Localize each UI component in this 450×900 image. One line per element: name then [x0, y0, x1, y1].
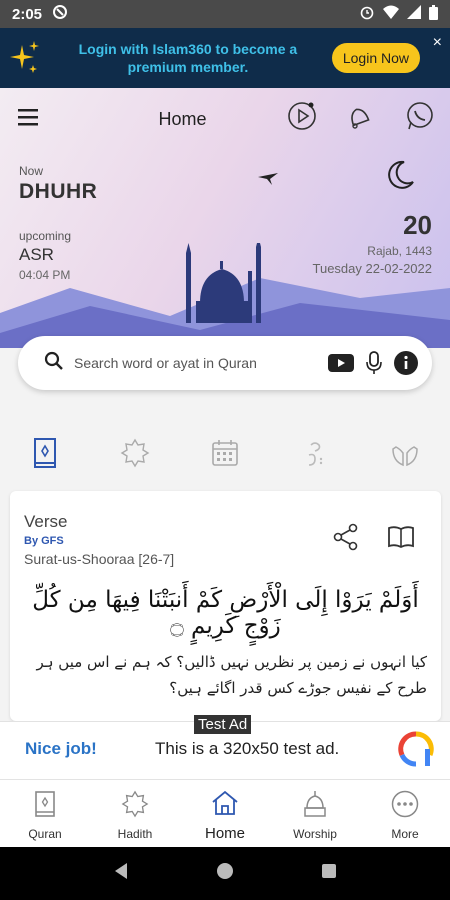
nav-label: Home: [204, 825, 245, 842]
hijri-month: Rajab, 1443: [367, 244, 432, 258]
current-prayer: DHUHR: [19, 180, 98, 203]
gregorian-date: Tuesday 22-02-2022: [312, 261, 433, 276]
crescent-moon-icon: [388, 160, 414, 195]
wifi-icon: [383, 5, 399, 23]
nav-label: Hadith: [117, 827, 153, 841]
sync-icon: [52, 4, 68, 24]
quran-search-bar[interactable]: Search word or ayat in Quran: [18, 336, 432, 390]
share-icon[interactable]: [333, 523, 359, 556]
more-dots-icon: [391, 790, 419, 823]
home-circle-icon[interactable]: [216, 862, 234, 885]
quick-tabs: [0, 436, 450, 476]
battery-icon: [429, 4, 438, 24]
nav-worship[interactable]: Worship: [270, 780, 360, 847]
worship-mosque-icon: [301, 790, 329, 823]
hadith-tab-icon[interactable]: [120, 436, 150, 470]
verse-card: Verse By GFS Surat-us-Shooraa [26-7] أَو…: [10, 491, 441, 721]
nav-hadith[interactable]: Hadith: [90, 780, 180, 847]
ad-logo-icon: [398, 731, 434, 774]
nav-quran[interactable]: Quran: [0, 780, 90, 847]
signal-icon: [407, 5, 421, 23]
nav-label: More: [391, 827, 419, 841]
nav-label: Worship: [293, 827, 337, 841]
whatsapp-icon[interactable]: [405, 101, 435, 136]
ad-nice-job-text: Nice job!: [25, 739, 97, 758]
youtube-icon[interactable]: [328, 354, 354, 372]
home-header: Home Now DHUHR upcoming ASR 04:04 PM 20 …: [0, 88, 450, 348]
dua-tab-icon[interactable]: [300, 436, 330, 470]
open-book-icon[interactable]: [387, 525, 415, 554]
verse-title: Verse: [24, 512, 68, 531]
upcoming-prayer: ASR: [19, 245, 54, 264]
test-ad-banner[interactable]: Test Ad Nice job! This is a 320x50 test …: [0, 715, 450, 779]
back-icon[interactable]: [113, 862, 129, 885]
system-navigation-bar: [0, 847, 450, 900]
hijri-day: 20: [403, 210, 432, 240]
home-icon: [211, 790, 239, 821]
login-now-button[interactable]: Login Now: [331, 43, 420, 73]
quran-tab-icon[interactable]: [30, 436, 60, 470]
bird-illustration: [258, 172, 278, 190]
calendar-tab-icon[interactable]: [210, 436, 240, 470]
now-label: Now: [19, 164, 44, 178]
recents-icon[interactable]: [321, 863, 337, 884]
nav-more[interactable]: More: [360, 780, 450, 847]
test-ad-label: Test Ad: [194, 715, 252, 734]
upcoming-prayer-time: 04:04 PM: [19, 268, 71, 282]
verse-author: By GFS: [24, 535, 64, 547]
mosque-illustration: [180, 237, 270, 328]
prayer-hands-tab-icon[interactable]: [390, 436, 420, 470]
ad-description: This is a 320x50 test ad.: [155, 739, 340, 758]
play-icon[interactable]: [287, 101, 317, 136]
verse-arabic-text: أَوَلَمْ يَرَوْا إِلَى الْأَرْضِ كَمْ أَ…: [32, 587, 419, 639]
info-icon[interactable]: [394, 351, 418, 375]
status-time: 2:05: [12, 5, 43, 23]
verse-reference: Surat-us-Shooraa [26-7]: [24, 551, 175, 567]
status-bar: 2:05: [0, 0, 450, 28]
premium-promo-banner: Login with Islam360 to become a premium …: [0, 28, 450, 88]
close-promo-icon[interactable]: ×: [433, 34, 442, 52]
alarm-icon: [359, 4, 375, 24]
nav-label: Quran: [28, 827, 62, 841]
microphone-icon[interactable]: [366, 351, 382, 375]
hadith-icon: [121, 790, 149, 823]
search-icon: [44, 351, 64, 376]
nav-home[interactable]: Home: [180, 780, 270, 847]
bottom-navigation: Quran Hadith Home Worship More: [0, 779, 450, 847]
sparkle-icon: [0, 28, 50, 88]
verse-urdu-translation: کیا انہوں نے زمین پر نظریں نہیں ڈالیں؟ ک…: [36, 653, 427, 697]
notification-bell-icon[interactable]: [345, 101, 373, 136]
quran-icon: [34, 790, 56, 823]
promo-text: Login with Islam360 to become a premium …: [78, 41, 298, 75]
search-input[interactable]: Search word or ayat in Quran: [74, 355, 316, 371]
upcoming-label: upcoming: [19, 229, 72, 243]
